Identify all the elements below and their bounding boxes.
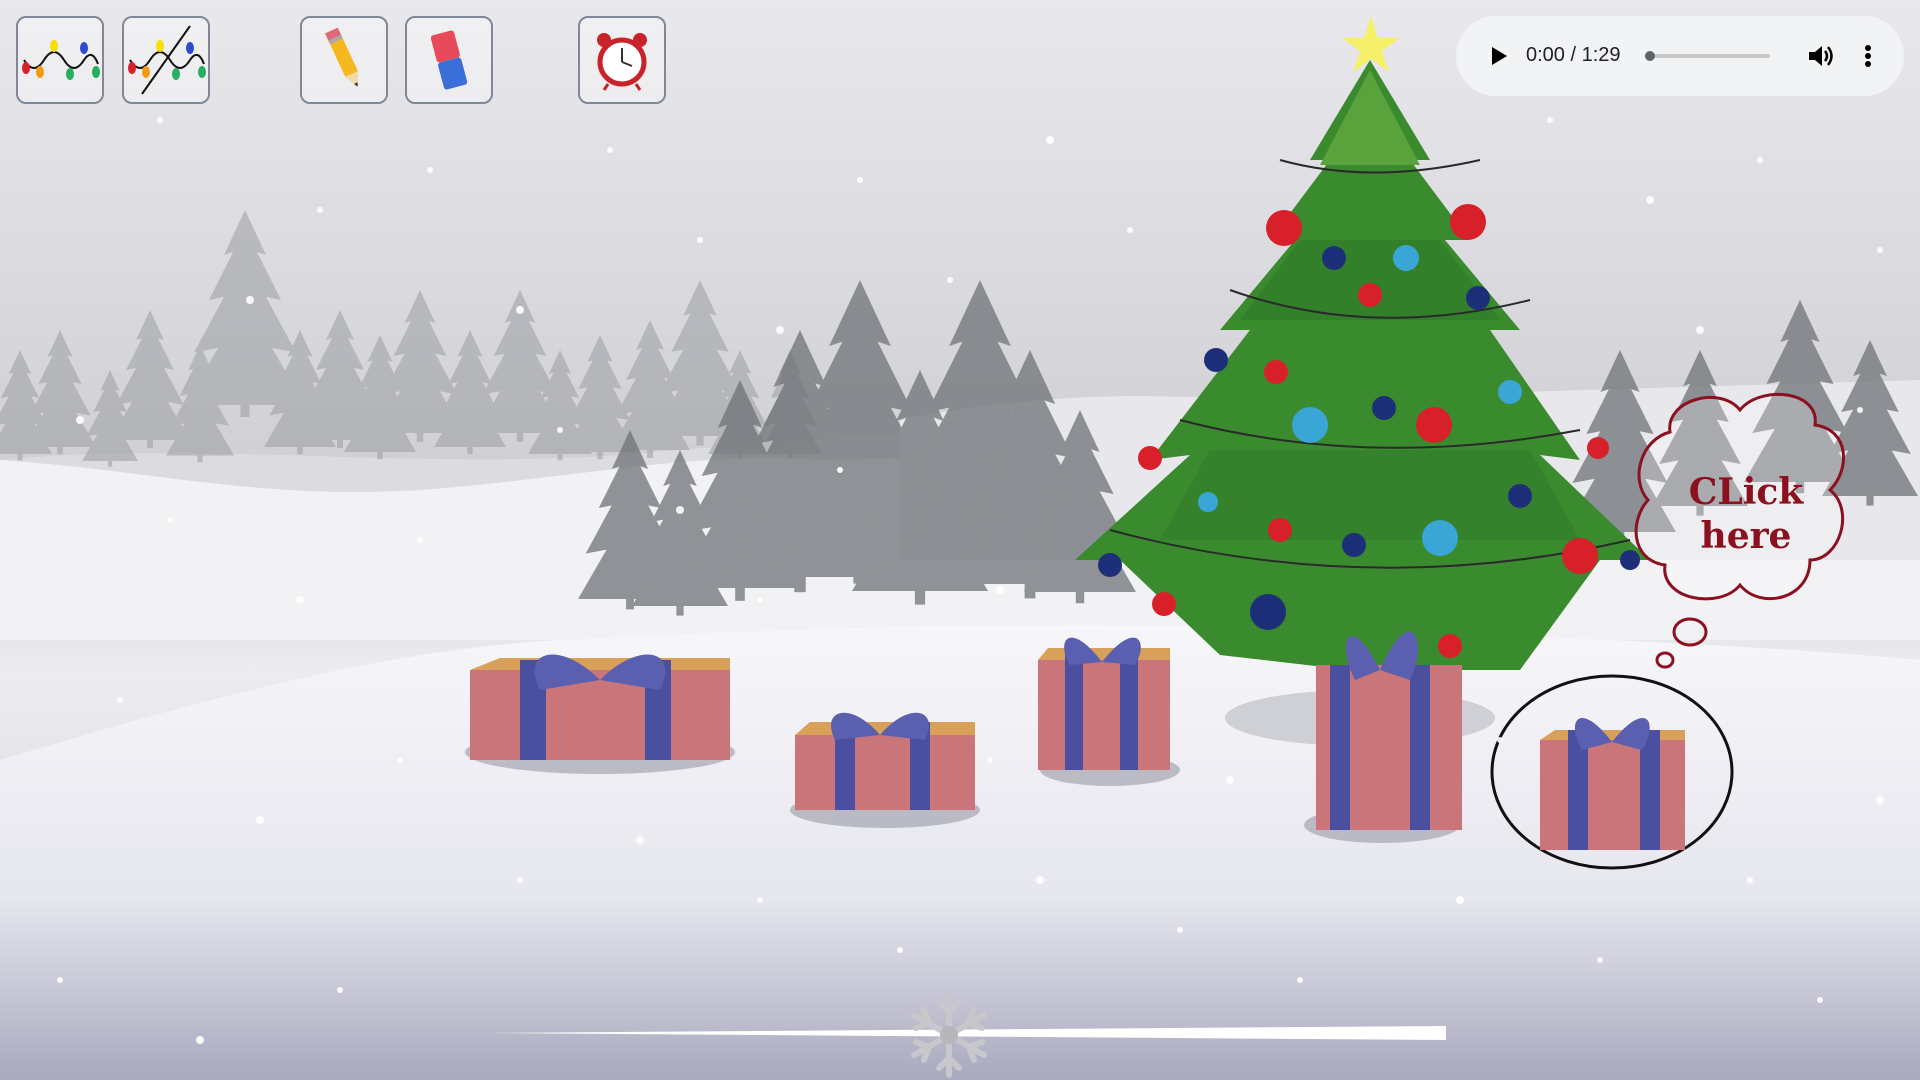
audio-progress-thumb[interactable] bbox=[1645, 51, 1655, 61]
christmas-lights-icon bbox=[22, 40, 100, 80]
gift-box-2[interactable] bbox=[790, 712, 980, 828]
pencil-icon bbox=[325, 27, 359, 87]
volume-icon[interactable] bbox=[1804, 40, 1836, 72]
timer-button[interactable] bbox=[578, 16, 666, 104]
gift-box-3[interactable] bbox=[1038, 637, 1180, 786]
audio-time-display: 0:00 / 1:29 bbox=[1526, 44, 1621, 66]
far-pine-forest bbox=[0, 210, 822, 467]
winter-scene-background bbox=[0, 16, 1920, 1080]
eraser-icon bbox=[430, 30, 468, 90]
play-icon[interactable] bbox=[1482, 40, 1514, 72]
audio-player: 0:00 / 1:29 bbox=[1456, 16, 1904, 96]
alarm-clock-icon bbox=[597, 33, 647, 91]
audio-progress-bar[interactable] bbox=[1645, 51, 1770, 61]
gift-box-1[interactable] bbox=[465, 654, 735, 774]
eraser-button[interactable] bbox=[405, 16, 493, 104]
christmas-lights-crossed-icon bbox=[128, 25, 206, 95]
lights-off-button[interactable] bbox=[122, 16, 210, 104]
snowflake-icon[interactable] bbox=[904, 990, 994, 1080]
more-options-icon[interactable] bbox=[1856, 40, 1880, 72]
lights-on-button[interactable] bbox=[16, 16, 104, 104]
pencil-button[interactable] bbox=[300, 16, 388, 104]
